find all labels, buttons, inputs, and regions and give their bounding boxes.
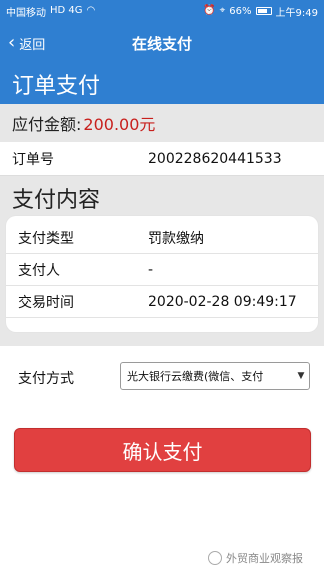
order-number-value: 200228620441533 [148, 150, 282, 167]
battery-percent: 66% [229, 5, 252, 17]
detail-value: 2020-02-28 09:49:17 [148, 293, 297, 310]
order-number-label: 订单号 [12, 151, 54, 168]
detail-value: - [148, 261, 154, 278]
payment-method-section: 支付方式 光大银行云缴费(微信、支付 ▼ [0, 346, 324, 416]
detail-row-type: 支付类型 罚款缴纳 [6, 222, 318, 254]
amount-label: 应付金额: [12, 115, 82, 134]
chevron-left-icon: ‹ [8, 32, 16, 53]
amount-row: 应付金额: 200.00元 [0, 104, 324, 142]
alarm-icon: ⏰ [203, 5, 216, 16]
order-number-row: 订单号 200228620441533 [0, 142, 324, 176]
page-title: 在线支付 [131, 34, 192, 53]
nav-bar: ‹ 返回 在线支付 [0, 22, 324, 64]
status-bar: 中国移动 HD 4G ◠ ⏰ ⌖ 66% 上午9:49 [0, 0, 324, 22]
detail-row-time: 交易时间 2020-02-28 09:49:17 [6, 286, 318, 318]
detail-row-payer: 支付人 - [6, 254, 318, 286]
carrier-name: 中国移动 [6, 7, 46, 19]
watermark-text: 外贸商业观察报 [226, 552, 303, 565]
back-button[interactable]: ‹ 返回 [8, 22, 45, 64]
payment-method-selected: 光大银行云缴费(微信、支付 [127, 370, 264, 383]
detail-label: 支付人 [18, 262, 60, 279]
content-section-heading: 支付内容 [0, 176, 324, 220]
detail-label: 支付类型 [18, 230, 74, 247]
watermark: 外贸商业观察报 [208, 550, 303, 566]
clock: 上午9:49 [275, 7, 318, 19]
payment-method-label: 支付方式 [18, 371, 74, 387]
payment-method-select[interactable]: 光大银行云缴费(微信、支付 ▼ [120, 362, 310, 390]
confirm-payment-button[interactable]: 确认支付 [14, 428, 311, 472]
detail-label: 交易时间 [18, 294, 74, 311]
location-icon: ⌖ [219, 5, 226, 16]
wechat-logo-icon [208, 551, 222, 565]
amount-value: 200.00元 [83, 115, 156, 134]
wifi-icon: ◠ [86, 5, 96, 16]
back-label: 返回 [19, 37, 46, 53]
dropdown-arrow-icon: ▼ [297, 371, 305, 381]
network-badges: HD 4G [50, 5, 83, 16]
order-section-heading: 订单支付 [0, 64, 324, 104]
payment-details-card: 支付类型 罚款缴纳 支付人 - 交易时间 2020-02-28 09:49:17 [6, 216, 318, 332]
battery-icon [255, 7, 272, 15]
detail-value: 罚款缴纳 [148, 230, 204, 247]
